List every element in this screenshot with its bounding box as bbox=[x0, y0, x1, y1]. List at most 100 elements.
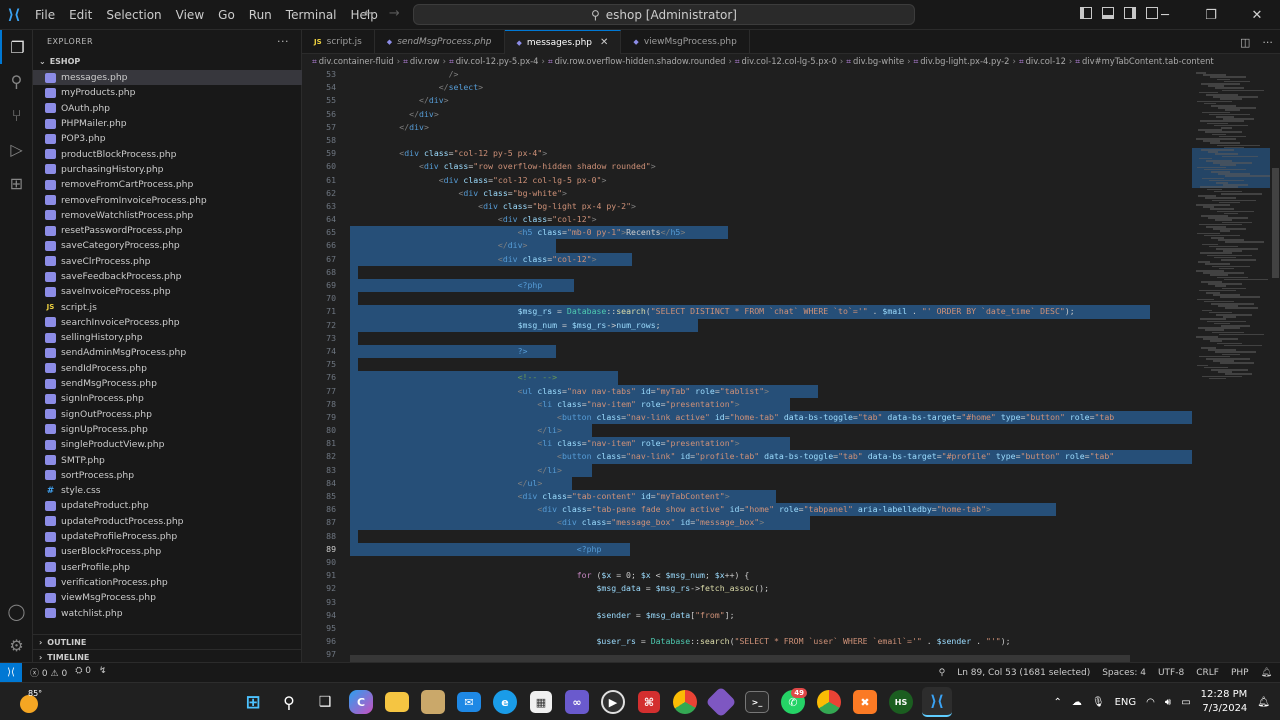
copilot-icon[interactable]: C bbox=[349, 690, 373, 714]
file-item[interactable]: signInProcess.php bbox=[33, 391, 302, 406]
zoom-icon[interactable]: ⚲ bbox=[939, 668, 946, 678]
search-taskbar-icon[interactable]: ⚲ bbox=[274, 687, 304, 717]
code-line[interactable]: ?> bbox=[350, 344, 1192, 359]
menu-item-view[interactable]: View bbox=[169, 8, 211, 22]
file-item[interactable]: watchlist.php bbox=[33, 605, 302, 620]
remote-indicator-icon[interactable]: ⟩⟨ bbox=[0, 662, 22, 683]
explorer-icon[interactable]: ❐ bbox=[0, 30, 33, 64]
visual-studio-icon[interactable]: ∞ bbox=[565, 690, 589, 714]
toggle-secondary-sidebar-icon[interactable] bbox=[1124, 7, 1136, 19]
file-item[interactable]: sendIdProcess.php bbox=[33, 361, 302, 376]
file-item[interactable]: JS script.js bbox=[33, 299, 302, 314]
file-item[interactable]: userProfile.php bbox=[33, 560, 302, 575]
file-item[interactable]: singleProductView.php bbox=[33, 437, 302, 452]
code-line[interactable] bbox=[350, 529, 1192, 543]
code-line[interactable] bbox=[350, 292, 1192, 306]
code-line[interactable]: </select> bbox=[350, 81, 1192, 94]
acrobat-icon[interactable]: ⌘ bbox=[638, 691, 660, 713]
code-line[interactable]: </div> bbox=[350, 94, 1192, 107]
ports-indicator[interactable]: ⛭ 0 bbox=[75, 666, 91, 679]
code-line[interactable] bbox=[350, 265, 1192, 279]
cursor-position[interactable]: Ln 89, Col 53 (1681 selected) bbox=[957, 668, 1090, 678]
file-item[interactable]: removeWatchlistProcess.php bbox=[33, 208, 302, 223]
code-line[interactable]: $sender = $msg_data["from"]; bbox=[350, 609, 1192, 622]
code-line[interactable] bbox=[350, 331, 1192, 345]
code-line[interactable]: /> bbox=[350, 68, 1192, 81]
code-line[interactable]: $msg_rs = Database::search("SELECT DISTI… bbox=[350, 305, 1192, 319]
file-item[interactable]: updateProfileProcess.php bbox=[33, 529, 302, 544]
file-item[interactable]: sendMsgProcess.php bbox=[33, 376, 302, 391]
code-line[interactable]: $user_rs = Database::search("SELECT * FR… bbox=[350, 635, 1192, 648]
menu-item-run[interactable]: Run bbox=[242, 8, 279, 22]
code-line[interactable]: </li> bbox=[350, 424, 1192, 438]
notifications-bell-icon[interactable]: 🔔︎ bbox=[1261, 668, 1272, 678]
minimap[interactable] bbox=[1192, 68, 1270, 662]
battery-icon[interactable]: ▭ bbox=[1181, 697, 1190, 708]
encoding[interactable]: UTF-8 bbox=[1158, 668, 1184, 678]
project-folder[interactable]: ⌄ ESHOP bbox=[33, 52, 301, 70]
code-line[interactable]: <div class="row overflow-hidden shadow r… bbox=[350, 160, 1192, 173]
media-player-icon[interactable]: ▶ bbox=[601, 690, 625, 714]
file-item[interactable]: purchasingHistory.php bbox=[33, 162, 302, 177]
file-item[interactable]: signUpProcess.php bbox=[33, 422, 302, 437]
file-item[interactable]: # style.css bbox=[33, 483, 302, 498]
file-item[interactable]: productBlockProcess.php bbox=[33, 146, 302, 161]
menu-item-terminal[interactable]: Terminal bbox=[279, 8, 344, 22]
wifi-icon[interactable]: ◠ bbox=[1146, 697, 1155, 708]
code-line[interactable]: <div class="col-12 col-lg-5 px-0"> bbox=[350, 174, 1192, 187]
back-arrow-icon[interactable]: ← bbox=[364, 6, 375, 21]
file-item[interactable]: sellingHistory.php bbox=[33, 330, 302, 345]
toggle-sidebar-icon[interactable] bbox=[1080, 7, 1092, 19]
code-line[interactable]: <div class="message_box" id="message_box… bbox=[350, 516, 1192, 530]
file-item[interactable]: removeFromInvoiceProcess.php bbox=[33, 192, 302, 207]
more-actions-icon[interactable]: ··· bbox=[277, 35, 289, 48]
code-line[interactable]: <div class="bg-light px-4 py-2"> bbox=[350, 200, 1192, 213]
accounts-icon[interactable]: ◯ bbox=[0, 594, 33, 628]
code-line[interactable]: $msg_data = $msg_rs->fetch_assoc(); bbox=[350, 582, 1192, 595]
code-line[interactable]: </ul> bbox=[350, 476, 1192, 490]
run-debug-icon[interactable]: ▷ bbox=[0, 132, 33, 166]
code-line[interactable]: <div class="col-12"> bbox=[350, 213, 1192, 226]
file-item[interactable]: PHPMailer.php bbox=[33, 116, 302, 131]
whatsapp-icon[interactable]: ✆ 49 bbox=[781, 688, 807, 714]
microphone-icon[interactable]: 🎙︎ bbox=[1092, 697, 1105, 708]
indentation[interactable]: Spaces: 4 bbox=[1102, 668, 1146, 678]
file-item[interactable]: searchInvoiceProcess.php bbox=[33, 315, 302, 330]
settings-gear-icon[interactable]: ⚙ bbox=[0, 628, 33, 662]
vertical-scrollbar[interactable] bbox=[1270, 68, 1280, 662]
forward-arrow-icon[interactable]: → bbox=[389, 6, 400, 21]
file-item[interactable]: viewMsgProcess.php bbox=[33, 590, 302, 605]
code-line[interactable] bbox=[350, 622, 1192, 635]
remote-desktop-icon[interactable] bbox=[705, 686, 737, 718]
input-language[interactable]: ENG bbox=[1115, 697, 1137, 708]
file-item[interactable]: userBlockProcess.php bbox=[33, 544, 302, 559]
editor-tab[interactable]: ◆ messages.php ✕ bbox=[504, 30, 622, 54]
code-line[interactable]: <div class="col-12 py-5 px-4"> bbox=[350, 147, 1192, 160]
editor-tab[interactable]: JS script.js bbox=[302, 30, 375, 54]
command-center-search[interactable]: ⚲ eshop [Administrator] bbox=[413, 4, 915, 25]
code-line[interactable]: </div> bbox=[350, 108, 1192, 121]
vscode-taskbar-icon[interactable]: ⟩⟨ bbox=[922, 687, 952, 717]
terminal-icon[interactable]: >_ bbox=[745, 691, 769, 713]
file-item[interactable]: saveClrProcess.php bbox=[33, 254, 302, 269]
editor-tab[interactable]: ◆ viewMsgProcess.php bbox=[621, 30, 750, 54]
maximize-icon[interactable]: ❐ bbox=[1188, 0, 1234, 30]
outline-section[interactable]: › OUTLINE bbox=[33, 634, 302, 649]
code-line[interactable]: <div class="col-12"> bbox=[350, 252, 1192, 266]
close-window-icon[interactable]: ✕ bbox=[1234, 0, 1280, 30]
scrollbar-thumb[interactable] bbox=[1272, 168, 1279, 278]
split-editor-icon[interactable]: ◫ bbox=[1240, 36, 1250, 49]
file-item[interactable]: updateProduct.php bbox=[33, 498, 302, 513]
code-line[interactable]: </div> bbox=[350, 121, 1192, 134]
code-line[interactable] bbox=[350, 358, 1192, 372]
end-of-line[interactable]: CRLF bbox=[1196, 668, 1219, 678]
code-line[interactable]: <?php bbox=[350, 279, 1192, 293]
file-item[interactable]: OAuth.php bbox=[33, 101, 302, 116]
file-item[interactable]: SMTP.php bbox=[33, 452, 302, 467]
code-line[interactable]: <ul class="nav nav-tabs" id="myTab" role… bbox=[350, 384, 1192, 398]
store-icon[interactable]: ▦ bbox=[530, 691, 552, 713]
search-view-icon[interactable]: ⚲ bbox=[0, 64, 33, 98]
menu-item-edit[interactable]: Edit bbox=[62, 8, 99, 22]
breadcrumb-item[interactable]: div.col-12.col-lg-5.px-0 bbox=[742, 56, 837, 66]
file-item[interactable]: signOutProcess.php bbox=[33, 407, 302, 422]
